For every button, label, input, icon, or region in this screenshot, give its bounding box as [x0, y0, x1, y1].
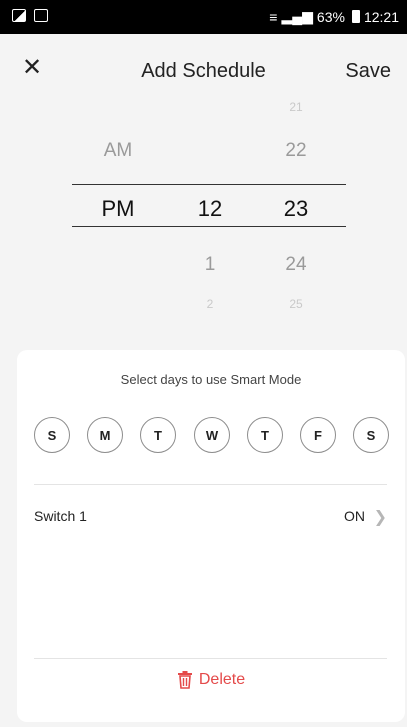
status-left-icons: [12, 9, 48, 22]
clock: 12:21: [363, 8, 399, 25]
trash-icon: [177, 671, 192, 689]
day-friday[interactable]: F: [300, 417, 336, 453]
picker-selection-line-top: [72, 184, 346, 185]
battery-percent: 63%: [316, 8, 345, 25]
time-picker[interactable]: AM PM 12 1 2 21 22 23 24 25: [0, 100, 407, 320]
save-button[interactable]: Save: [345, 60, 391, 83]
picker-hour-selected[interactable]: 12: [180, 196, 240, 222]
gallery-notification-icon: [12, 9, 26, 22]
header: ✕ Add Schedule Save: [0, 34, 407, 104]
picker-minute-selected[interactable]: 23: [266, 196, 326, 222]
screenshot-notification-icon: [34, 9, 48, 22]
signal-icon: ▂▄▆: [281, 8, 313, 24]
wifi-icon: ≡: [269, 8, 278, 25]
switch-row[interactable]: Switch 1 ON ❯: [17, 496, 405, 536]
day-selector: S M T W T F S: [34, 417, 389, 457]
divider: [34, 484, 387, 485]
day-tuesday[interactable]: T: [140, 417, 176, 453]
days-hint: Select days to use Smart Mode: [120, 372, 302, 387]
picker-ampm-selected[interactable]: PM: [88, 196, 148, 222]
delete-button[interactable]: Delete: [17, 662, 405, 698]
picker-minute-below[interactable]: 24: [266, 254, 326, 276]
schedule-card: Select days to use Smart Mode S M T W T …: [17, 350, 405, 722]
day-saturday[interactable]: S: [353, 417, 389, 453]
day-thursday[interactable]: T: [247, 417, 283, 453]
day-sunday[interactable]: S: [34, 417, 70, 453]
picker-hour-below[interactable]: 1: [180, 254, 240, 276]
picker-minute-far-above[interactable]: 21: [266, 100, 326, 114]
picker-minute-above[interactable]: 22: [266, 140, 326, 162]
status-bar: ≡ ▂▄▆ 63% 12:21: [0, 0, 407, 34]
picker-minute-far-below[interactable]: 25: [266, 297, 326, 311]
day-wednesday[interactable]: W: [194, 417, 230, 453]
day-monday[interactable]: M: [87, 417, 123, 453]
picker-selection-line-bottom: [72, 226, 346, 227]
picker-ampm-above[interactable]: AM: [88, 140, 148, 162]
switch-label: Switch 1: [34, 508, 87, 524]
picker-hour-far-below[interactable]: 2: [180, 297, 240, 311]
divider: [34, 658, 387, 659]
battery-icon: [351, 10, 360, 23]
switch-value: ON: [344, 508, 365, 524]
delete-label: Delete: [198, 671, 246, 688]
chevron-right-icon: ❯: [373, 509, 387, 526]
status-right: ≡ ▂▄▆ 63% 12:21: [269, 8, 399, 25]
